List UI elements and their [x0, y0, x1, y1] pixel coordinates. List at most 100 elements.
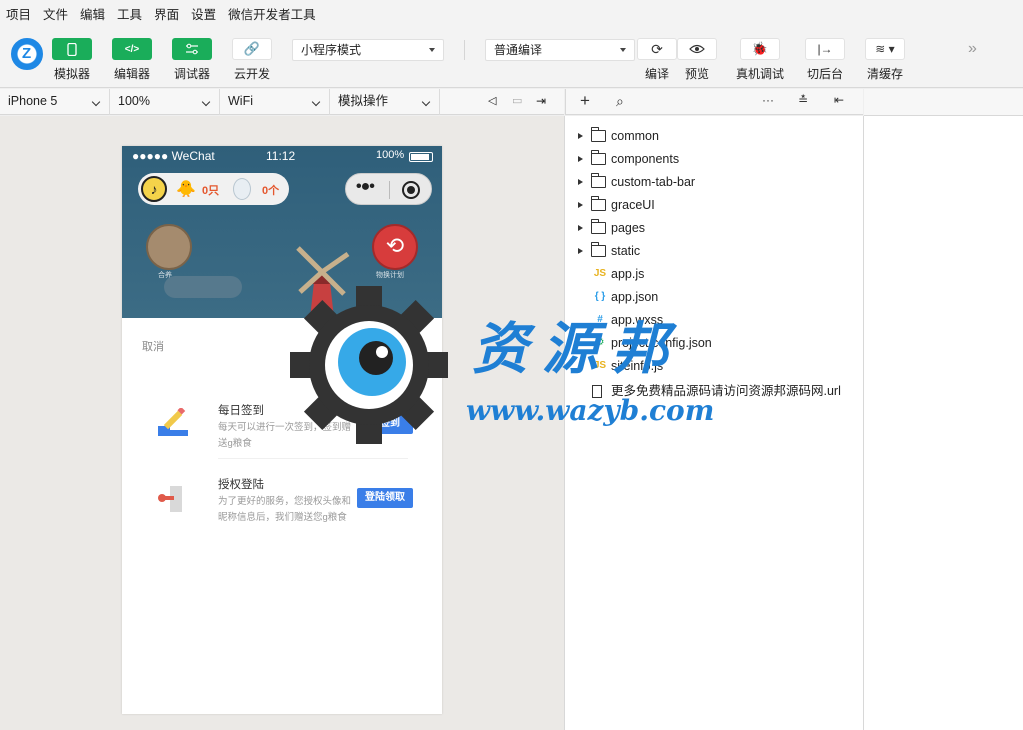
folder-name: common — [611, 129, 659, 143]
debugger-label: 调试器 — [173, 67, 210, 81]
zoom-value: 100% — [118, 94, 150, 108]
preview-label: 预览 — [684, 67, 709, 81]
chick-icon: 🐥 — [176, 181, 196, 198]
tree-file[interactable]: JS app.js — [565, 263, 863, 285]
task-title: 授权登陆 — [218, 479, 264, 491]
zoom-select[interactable]: 100% — [110, 89, 220, 115]
cloud-label: 云开发 — [233, 67, 270, 81]
simulator-tools: ◁ ▭ ⇥ — [440, 89, 564, 115]
window-icon[interactable]: ▭ — [512, 89, 522, 114]
close-target-icon[interactable] — [402, 181, 420, 199]
remote-debug-button[interactable]: 🐞 — [740, 38, 780, 60]
menu-devtools[interactable]: 微信开发者工具 — [228, 4, 316, 23]
sliders-icon — [186, 43, 198, 55]
simulator-bar: iPhone 5 100% WiFi 模拟操作 ◁ ▭ ⇥ — [0, 89, 564, 115]
folder-name: pages — [611, 221, 646, 235]
editor-button[interactable]: </> — [112, 38, 152, 60]
pencil-icon — [158, 408, 188, 436]
menu-settings[interactable]: 设置 — [191, 4, 216, 23]
chevron-down-icon — [620, 48, 626, 52]
login-button[interactable]: 登陆领取 — [357, 488, 413, 508]
mode-select[interactable]: 小程序模式 — [292, 39, 444, 61]
chevron-down-icon — [311, 97, 321, 107]
preview-button[interactable] — [677, 38, 717, 60]
device-select[interactable]: iPhone 5 — [0, 89, 110, 115]
js-file-icon: JS — [593, 268, 607, 279]
folder-icon — [591, 173, 606, 188]
sidebar-toggle-icon[interactable]: ⇤ — [834, 93, 844, 107]
exchange-label: 物换计划 — [376, 272, 404, 279]
clear-cache-button[interactable]: ≋ ▾ — [865, 38, 905, 60]
simulator-button[interactable] — [52, 38, 92, 60]
menu-edit[interactable]: 编辑 — [80, 4, 105, 23]
mode-select-value: 小程序模式 — [301, 43, 362, 57]
detach-icon[interactable]: ⇥ — [536, 89, 546, 114]
simulator-label: 模拟器 — [53, 67, 90, 81]
exchange-icon[interactable]: ⟲ — [372, 224, 418, 270]
egg-count: 0个 — [262, 185, 280, 197]
menu-tools[interactable]: 工具 — [117, 4, 142, 23]
battery-icon — [409, 152, 433, 162]
network-value: WiFi — [228, 94, 253, 108]
tree-folder[interactable]: custom-tab-bar — [565, 171, 863, 193]
operation-value: 模拟操作 — [338, 94, 389, 108]
menu-file[interactable]: 文件 — [43, 4, 68, 23]
folder-name: static — [611, 244, 641, 258]
background-button[interactable]: |→ — [805, 38, 845, 60]
collapse-icon[interactable]: ≛ — [798, 93, 808, 107]
elephant-icon[interactable] — [146, 224, 192, 270]
refresh-icon: ⟳ — [651, 40, 663, 57]
chevron-right-icon — [578, 133, 583, 139]
bug-icon: 🐞 — [751, 41, 769, 56]
more-icon[interactable]: ··· — [762, 93, 774, 107]
explorer-header: + ⌕ ··· ≛ ⇤ — [565, 89, 863, 115]
operation-select[interactable]: 模拟操作 — [330, 89, 440, 115]
add-icon[interactable]: + — [580, 91, 590, 111]
tree-folder[interactable]: components — [565, 148, 863, 170]
speaker-icon[interactable]: ◁ — [488, 89, 496, 114]
phone-icon — [67, 42, 77, 56]
chevron-down-icon — [421, 97, 431, 107]
cloud-button[interactable]: 🔗 — [232, 38, 272, 60]
chevron-right-icon — [578, 202, 583, 208]
counter-pill: ♪ 🐥 0只 0个 — [138, 173, 289, 205]
debugger-button[interactable] — [172, 38, 212, 60]
battery-text: 100% — [376, 149, 405, 161]
key-icon — [158, 486, 182, 512]
tree-folder[interactable]: static — [565, 240, 863, 262]
folder-icon — [591, 219, 606, 234]
menu-view[interactable]: 界面 — [154, 4, 179, 23]
task-title: 每日签到 — [218, 405, 264, 417]
folder-icon — [591, 196, 606, 211]
divider — [464, 40, 465, 60]
tree-folder[interactable]: pages — [565, 217, 863, 239]
folder-name: graceUI — [611, 198, 655, 212]
toolbar: 模拟器 </> 编辑器 调试器 🔗 云开发 小程序模式 普通编译 ⟳ 编译 预览… — [0, 26, 1023, 88]
folder-name: components — [611, 152, 680, 166]
chevron-double-right-icon[interactable]: » — [968, 40, 977, 58]
remote-debug-label: 真机调试 — [735, 67, 784, 81]
cancel-button[interactable]: 取消 — [142, 338, 164, 354]
compile-mode-select[interactable]: 普通编译 — [485, 39, 635, 61]
tree-folder[interactable]: graceUI — [565, 194, 863, 216]
carrier-text: ●●●●● WeChat — [132, 149, 215, 163]
time-text: 11:12 — [266, 149, 296, 163]
tree-folder[interactable]: common — [565, 125, 863, 147]
compile-button[interactable]: ⟳ — [637, 38, 677, 60]
divider — [389, 181, 390, 199]
network-select[interactable]: WiFi — [220, 89, 330, 115]
avatar[interactable] — [11, 38, 43, 70]
folder-icon — [591, 242, 606, 257]
chevron-right-icon — [578, 179, 583, 185]
clear-cache-label: 清缓存 — [866, 67, 903, 81]
watermark-title: 资源邦 — [472, 316, 682, 382]
code-icon: </> — [124, 43, 140, 55]
music-icon[interactable]: ♪ — [141, 176, 167, 202]
egg-icon — [233, 178, 251, 200]
arrow-right-bar-icon: |→ — [817, 42, 833, 56]
more-icon[interactable]: •●• — [356, 178, 375, 196]
menu-project[interactable]: 项目 — [6, 4, 31, 23]
search-icon[interactable]: ⌕ — [616, 93, 624, 110]
task-desc: 为了更好的服务，您授权头像和昵称信息后，我们赠送您g粮食 — [218, 496, 352, 523]
folder-icon — [591, 150, 606, 165]
